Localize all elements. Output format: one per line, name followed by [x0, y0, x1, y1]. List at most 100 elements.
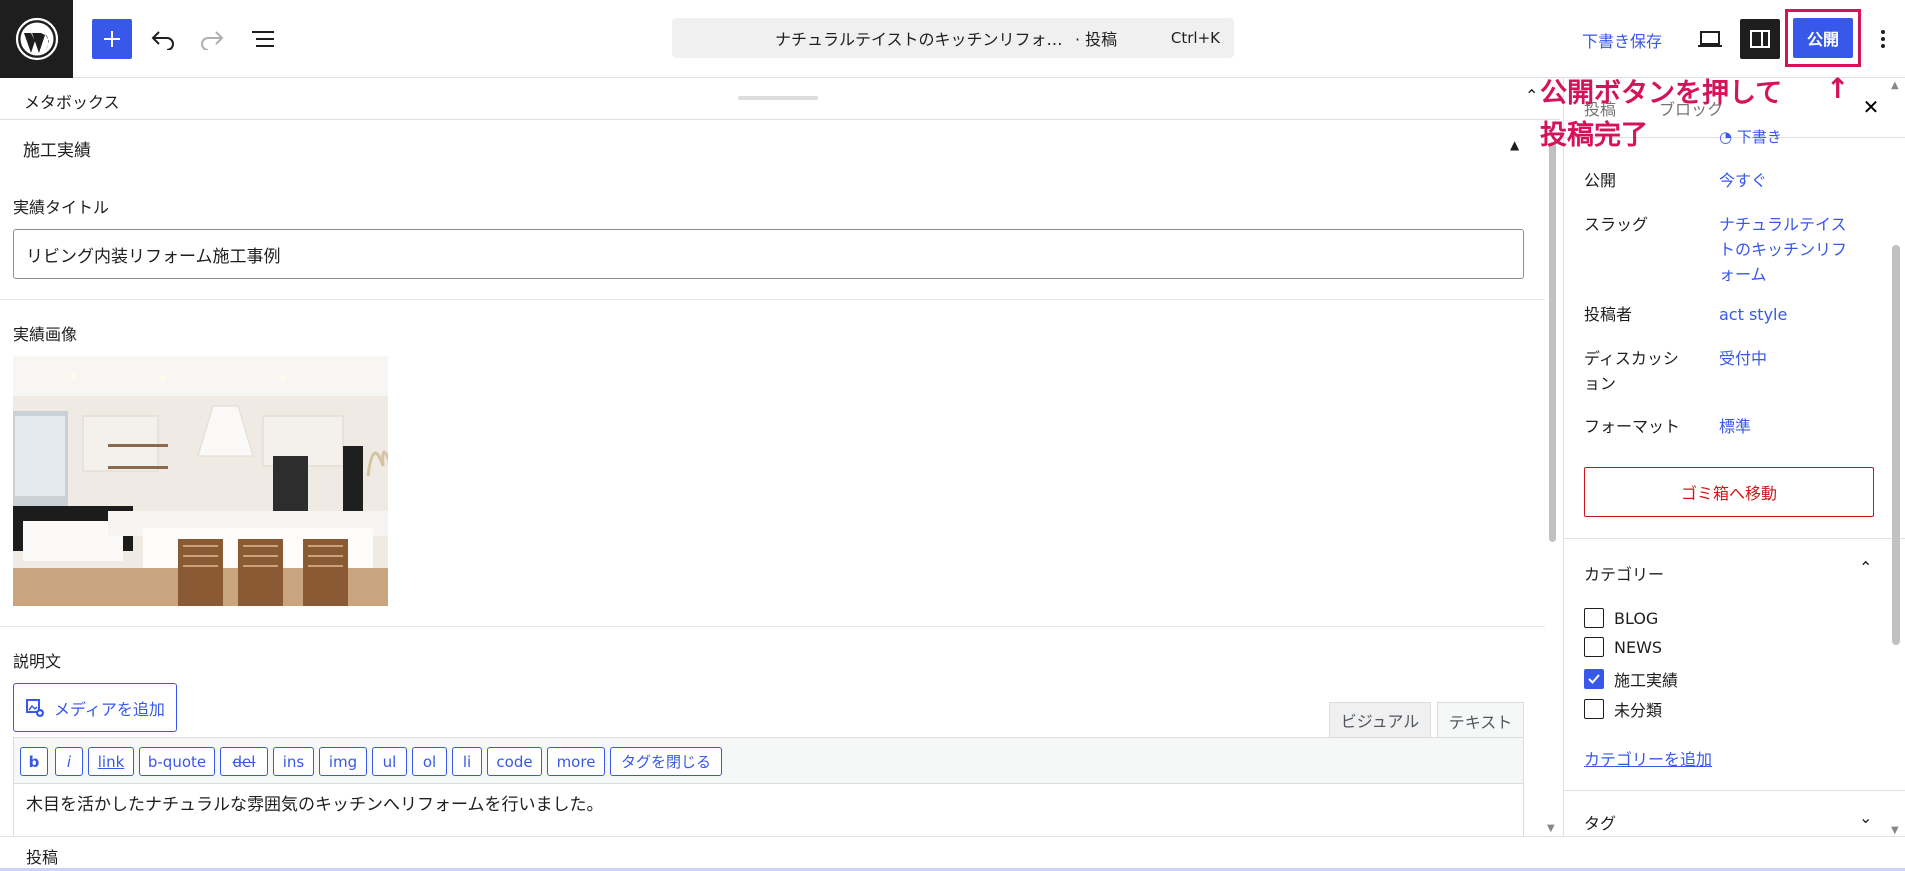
- resize-handle[interactable]: [738, 96, 818, 100]
- divider: [1564, 538, 1905, 539]
- quicktag-li-button[interactable]: li: [452, 747, 482, 776]
- category-checkbox[interactable]: [1584, 608, 1604, 628]
- description-textarea[interactable]: 木目を活かしたナチュラルな雰囲気のキッチンへリフォームを行いました。: [13, 784, 1524, 836]
- category-label: 未分類: [1614, 701, 1663, 720]
- quicktag-close-tags-button[interactable]: タグを閉じる: [610, 747, 722, 776]
- section-title: 施工実績: [23, 141, 91, 161]
- editor-footer: 投稿: [0, 836, 1905, 871]
- quicktag-code-button[interactable]: code: [487, 747, 542, 776]
- category-item[interactable]: BLOG: [1584, 608, 1658, 628]
- options-menu-button[interactable]: [1872, 19, 1894, 59]
- scrollbar-thumb[interactable]: [1892, 245, 1900, 645]
- category-item[interactable]: NEWS: [1584, 637, 1662, 657]
- title-field[interactable]: [13, 229, 1524, 279]
- discussion-label: ディスカッション: [1584, 349, 1679, 393]
- categories-panel-title[interactable]: カテゴリー: [1584, 561, 1664, 585]
- quicktag-ul-button[interactable]: ul: [372, 747, 407, 776]
- sidebar-scrollbar[interactable]: ▲ ▼: [1888, 80, 1905, 836]
- publish-button[interactable]: 公開: [1793, 18, 1853, 58]
- collapse-toggle-icon[interactable]: ▲: [1510, 138, 1519, 152]
- add-category-link[interactable]: カテゴリーを追加: [1584, 746, 1712, 770]
- publish-date-label: 公開: [1584, 171, 1617, 190]
- instruction-annotation: 公開ボタンを押して 投稿完了: [1540, 73, 1810, 157]
- scrollbar-thumb[interactable]: [1549, 142, 1556, 542]
- arrow-up-icon: ↑: [1826, 72, 1850, 105]
- author-label: 投稿者: [1584, 305, 1633, 324]
- quicktag-bquote-button[interactable]: b-quote: [139, 747, 215, 776]
- author-value[interactable]: act style: [1719, 302, 1859, 327]
- metabox-content: 施工実績 ▲ 実績タイトル 実績画像: [0, 120, 1545, 836]
- post-type-label: · 投稿: [1075, 30, 1118, 49]
- tab-text[interactable]: テキスト: [1437, 702, 1524, 739]
- tags-panel-title[interactable]: タグ: [1584, 810, 1616, 834]
- category-label: NEWS: [1614, 637, 1663, 657]
- save-draft-button[interactable]: 下書き保存: [1582, 28, 1662, 52]
- quicktag-bold-button[interactable]: b: [20, 747, 48, 776]
- redo-button[interactable]: [192, 19, 232, 59]
- quicktag-ins-button[interactable]: ins: [273, 747, 314, 776]
- add-media-label: メディアを追加: [54, 699, 165, 719]
- scroll-up-icon[interactable]: ▲: [1891, 80, 1899, 91]
- settings-sidebar: 投稿 ブロック ✕ ◔ 下書き 公開 今すぐ スラッグ ナチュラルテイストのキッ…: [1563, 78, 1905, 836]
- metabox-title: メタボックス: [24, 93, 120, 112]
- editor-toolbar: ナチュラルテイストのキッチンリフォ… · 投稿 Ctrl+K 下書き保存 公開: [0, 0, 1905, 78]
- metabox-header: メタボックス ⌃: [0, 78, 1560, 120]
- divider: [0, 626, 1545, 627]
- checkmark-icon: [1588, 674, 1600, 684]
- slug-label: スラッグ: [1584, 215, 1649, 234]
- main-scrollbar[interactable]: ▼: [1545, 120, 1560, 836]
- scroll-down-icon[interactable]: ▼: [1547, 823, 1555, 834]
- wordpress-logo-icon[interactable]: [0, 0, 73, 78]
- add-block-button[interactable]: [92, 19, 132, 59]
- post-title-label: ナチュラルテイストのキッチンリフォ…: [775, 30, 1063, 49]
- quicktag-more-button[interactable]: more: [547, 747, 605, 776]
- close-icon[interactable]: ✕: [1856, 92, 1886, 122]
- category-item[interactable]: 施工実績: [1584, 667, 1678, 691]
- format-label: フォーマット: [1584, 417, 1681, 436]
- document-overview-button[interactable]: [243, 19, 283, 59]
- desktop-preview-icon: [1698, 31, 1722, 47]
- undo-button[interactable]: [143, 19, 183, 59]
- quicktag-link-button[interactable]: link: [88, 747, 134, 776]
- chevron-up-icon[interactable]: ⌃: [1525, 86, 1538, 105]
- category-item[interactable]: 未分類: [1584, 697, 1662, 721]
- category-label: BLOG: [1614, 608, 1659, 628]
- tab-visual[interactable]: ビジュアル: [1329, 702, 1431, 738]
- divider: [1564, 790, 1905, 791]
- sidebar-icon: [1750, 30, 1770, 48]
- more-vertical-icon: [1881, 30, 1885, 48]
- slug-value[interactable]: ナチュラルテイストのキッチンリフォーム: [1719, 212, 1854, 287]
- category-checkbox[interactable]: [1584, 669, 1604, 689]
- category-checkbox[interactable]: [1584, 699, 1604, 719]
- publish-date-value[interactable]: 今すぐ: [1719, 168, 1859, 193]
- kitchen-photo[interactable]: [13, 356, 388, 606]
- annotation-line-2: 投稿完了: [1540, 120, 1648, 151]
- move-to-trash-button[interactable]: ゴミ箱へ移動: [1584, 467, 1874, 517]
- quicktag-img-button[interactable]: img: [319, 747, 367, 776]
- breadcrumb[interactable]: 投稿: [26, 844, 58, 868]
- chevron-down-icon[interactable]: ⌄: [1859, 808, 1872, 827]
- scroll-down-icon[interactable]: ▼: [1891, 825, 1899, 836]
- quicktag-del-button[interactable]: del: [220, 747, 268, 776]
- add-media-button[interactable]: メディアを追加: [13, 683, 177, 732]
- add-media-icon: [26, 698, 44, 717]
- publish-highlight-frame: 公開: [1785, 9, 1861, 67]
- title-field-label: 実績タイトル: [13, 198, 110, 217]
- quicktag-italic-button[interactable]: i: [55, 747, 83, 776]
- description-field-label: 説明文: [13, 652, 62, 671]
- list-view-icon: [252, 31, 274, 47]
- command-palette-bar[interactable]: ナチュラルテイストのキッチンリフォ… · 投稿 Ctrl+K: [672, 18, 1234, 58]
- undo-icon: [151, 31, 174, 50]
- category-label: 施工実績: [1614, 671, 1679, 690]
- annotation-line-1: 公開ボタンを押して: [1540, 78, 1783, 109]
- shortcut-hint: Ctrl+K: [1170, 29, 1220, 47]
- quicktag-ol-button[interactable]: ol: [412, 747, 447, 776]
- category-checkbox[interactable]: [1584, 637, 1604, 657]
- image-field-label: 実績画像: [13, 325, 78, 344]
- preview-button[interactable]: [1690, 19, 1730, 59]
- discussion-value[interactable]: 受付中: [1719, 346, 1859, 371]
- chevron-up-icon[interactable]: ⌃: [1859, 558, 1872, 577]
- divider: [0, 299, 1545, 300]
- format-value[interactable]: 標準: [1719, 414, 1859, 439]
- settings-toggle-button[interactable]: [1740, 19, 1780, 59]
